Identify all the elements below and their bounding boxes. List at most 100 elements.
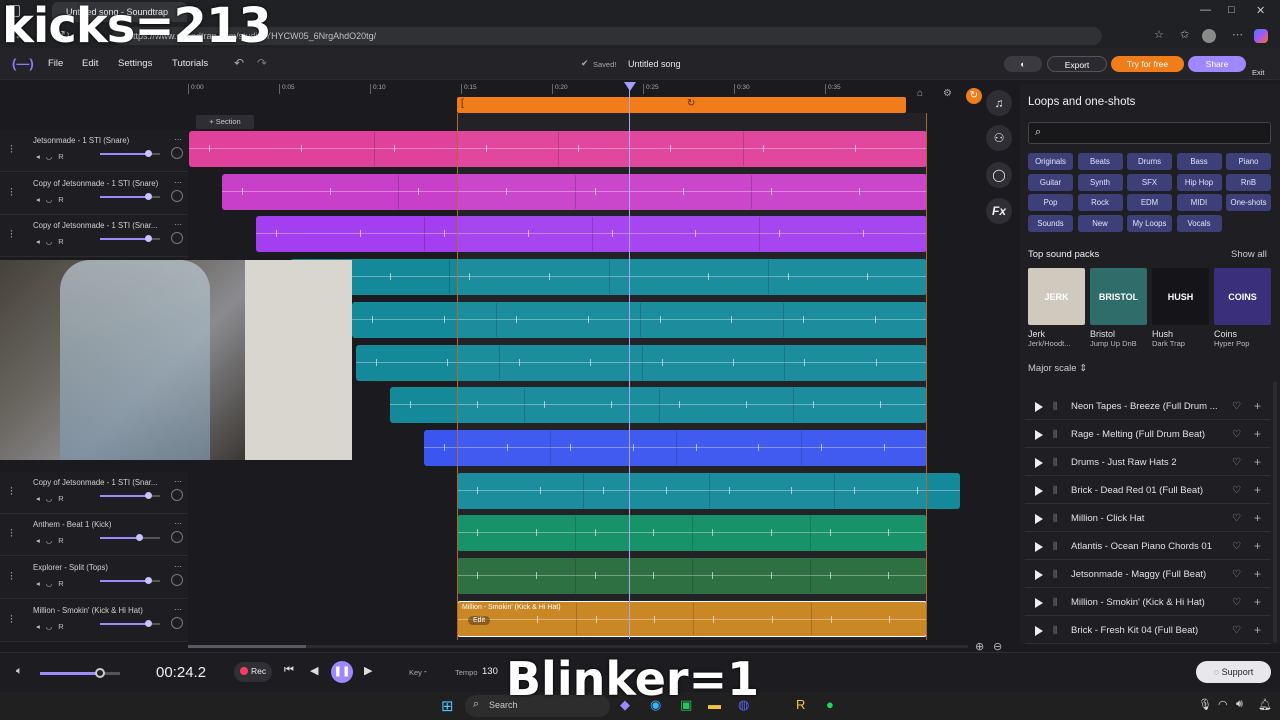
category-chip[interactable]: Vocals: [1176, 215, 1222, 233]
add-loop-icon[interactable]: +: [1254, 561, 1261, 588]
loops-search-input[interactable]: ⌕: [1028, 122, 1271, 144]
category-chip[interactable]: MIDI: [1176, 194, 1222, 212]
undo-icon[interactable]: ↶: [234, 56, 244, 70]
theme-toggle[interactable]: ◐: [1004, 56, 1042, 72]
track-name[interactable]: Copy of Jetsonmade - 1 STI (Snar...: [33, 478, 168, 487]
add-loop-icon[interactable]: +: [1254, 505, 1261, 532]
category-chip[interactable]: My Loops: [1127, 215, 1172, 233]
track-pan-knob[interactable]: [171, 488, 183, 501]
export-button[interactable]: Export: [1047, 56, 1107, 72]
category-chip[interactable]: Originals: [1028, 153, 1073, 170]
sound-pack-card[interactable]: BRISTOL Bristol Jump Up DnB: [1090, 268, 1150, 348]
record-button[interactable]: Rec: [234, 662, 272, 682]
track-volume-slider[interactable]: [100, 534, 160, 542]
add-loop-icon[interactable]: +: [1254, 393, 1261, 420]
favorite-heart-icon[interactable]: ♡: [1232, 617, 1241, 644]
track-menu-icon[interactable]: ⋯: [174, 477, 182, 486]
track-name[interactable]: Anthem - Beat 1 (Kick): [33, 520, 168, 529]
track-volume-slider[interactable]: [100, 192, 160, 200]
play-icon[interactable]: [1035, 430, 1043, 440]
audio-clip[interactable]: [189, 131, 927, 167]
category-chip[interactable]: SFX: [1127, 173, 1172, 191]
track-volume-slider[interactable]: [100, 235, 160, 243]
category-chip[interactable]: New: [1077, 215, 1123, 233]
exit-button[interactable]: Exit: [1252, 68, 1265, 77]
favorite-heart-icon[interactable]: ♡: [1232, 561, 1241, 588]
audio-clip[interactable]: [256, 216, 927, 253]
category-chip[interactable]: RnB: [1226, 173, 1271, 191]
maximize-icon[interactable]: □: [1228, 4, 1235, 16]
category-chip[interactable]: One-shots: [1226, 194, 1271, 212]
track-menu-icon[interactable]: ⋯: [174, 135, 182, 144]
track-volume-slider[interactable]: [100, 150, 160, 157]
chat-icon[interactable]: ◯: [986, 162, 1012, 188]
menu-settings[interactable]: Settings: [118, 58, 152, 69]
add-loop-icon[interactable]: +: [1254, 533, 1261, 560]
bookmark-icon[interactable]: ☆: [1154, 28, 1164, 41]
track-header[interactable]: ⫶ Jetsonmade - 1 STI (Snare) ◂◡R ⋯: [0, 130, 188, 172]
track-controls[interactable]: ◂◡R: [36, 237, 70, 246]
loop-start-icon[interactable]: [: [461, 98, 464, 109]
playhead-handle[interactable]: [624, 82, 636, 91]
soundtrap-logo-icon[interactable]: (—): [12, 56, 34, 71]
track-volume-knob[interactable]: [145, 192, 152, 200]
track-name[interactable]: Copy of Jetsonmade - 1 STI (Snar...: [33, 221, 168, 230]
music-note-icon[interactable]: ♫: [986, 90, 1012, 116]
key-value[interactable]: -: [424, 667, 427, 676]
track-pan-knob[interactable]: [171, 531, 183, 544]
add-section-button[interactable]: + Section: [196, 115, 254, 129]
add-loop-icon[interactable]: +: [1254, 449, 1261, 476]
add-loop-icon[interactable]: +: [1254, 477, 1261, 504]
loop-list-item[interactable]: ⫼ Brick - Fresh Kit 04 (Full Beat) ♡ +: [1025, 617, 1270, 644]
scale-selector[interactable]: Major scale ⇕: [1028, 363, 1087, 374]
audio-clip[interactable]: [290, 259, 927, 296]
try-free-button[interactable]: Try for free: [1111, 56, 1184, 72]
play-icon[interactable]: [1035, 626, 1043, 636]
spotify-icon[interactable]: ●: [826, 697, 834, 712]
track-volume-slider[interactable]: [100, 619, 160, 627]
category-chip[interactable]: Beats: [1077, 153, 1123, 170]
category-chip[interactable]: EDM: [1127, 194, 1172, 212]
track-volume-knob[interactable]: [145, 619, 152, 627]
play-icon[interactable]: [1035, 598, 1043, 608]
menu-tutorials[interactable]: Tutorials: [172, 58, 208, 69]
track-header[interactable]: ⫶ Anthem - Beat 1 (Kick) ◂◡R ⋯: [0, 514, 188, 557]
favorite-heart-icon[interactable]: ♡: [1232, 393, 1241, 420]
category-chip[interactable]: Guitar: [1028, 173, 1073, 191]
copilot-icon[interactable]: [1254, 29, 1268, 43]
menu-edit[interactable]: Edit: [82, 58, 98, 69]
track-header[interactable]: ⫶ Copy of Jetsonmade - 1 STI (Snar... ◂◡R ⋯: [0, 471, 188, 514]
track-header[interactable]: ⫶ Copy of Jetsonmade - 1 STI (Snare) ◂◡R ⋯: [0, 172, 188, 215]
audio-clip[interactable]: [222, 173, 927, 210]
panel-scrollbar[interactable]: [1273, 382, 1277, 642]
redo-icon[interactable]: ↷: [257, 56, 267, 70]
loop-list-item[interactable]: ⫼ Jetsonmade - Maggy (Full Beat) ♡ +: [1025, 561, 1270, 588]
track-volume-knob[interactable]: [145, 235, 152, 243]
loop-list-item[interactable]: ⫼ Million - Smokin' (Kick & Hi Hat) ♡ +: [1025, 589, 1270, 616]
audio-clip[interactable]: [424, 429, 927, 466]
category-chip[interactable]: Drums: [1127, 153, 1172, 170]
add-loop-icon[interactable]: +: [1254, 589, 1261, 616]
play-icon[interactable]: [1035, 458, 1043, 468]
more-icon[interactable]: ⋯: [1232, 28, 1243, 41]
speaker-icon[interactable]: 🔈︎: [16, 665, 23, 678]
forward-icon[interactable]: ▶: [364, 664, 372, 677]
track-controls[interactable]: ◂◡R: [36, 152, 70, 161]
track-menu-icon[interactable]: ⋯: [174, 178, 182, 187]
track-menu-icon[interactable]: ⋯: [174, 220, 182, 229]
category-chip[interactable]: Piano: [1226, 153, 1271, 170]
track-name[interactable]: Copy of Jetsonmade - 1 STI (Snare): [33, 179, 168, 188]
loop-list-item[interactable]: ⫼ Rage - Melting (Full Drum Beat) ♡ +: [1025, 421, 1270, 448]
audio-clip[interactable]: [390, 387, 927, 424]
track-volume-knob[interactable]: [145, 150, 152, 157]
favorite-heart-icon[interactable]: ♡: [1232, 477, 1241, 504]
track-name[interactable]: Explorer - Split (Tops): [33, 563, 168, 572]
track-header[interactable]: ⫶ Explorer - Split (Tops) ◂◡R ⋯: [0, 557, 188, 599]
loop-list-item[interactable]: ⫼ Brick - Dead Red 01 (Full Beat) ♡ +: [1025, 477, 1270, 504]
audio-clip[interactable]: Million - Smokin' (Kick & Hi Hat) Edit: [457, 600, 927, 637]
favorite-heart-icon[interactable]: ♡: [1232, 533, 1241, 560]
category-chip[interactable]: Sounds: [1028, 215, 1073, 233]
rewind-icon[interactable]: ◀: [310, 664, 318, 677]
playhead[interactable]: [629, 84, 630, 639]
horizontal-scrollbar[interactable]: [188, 645, 968, 648]
